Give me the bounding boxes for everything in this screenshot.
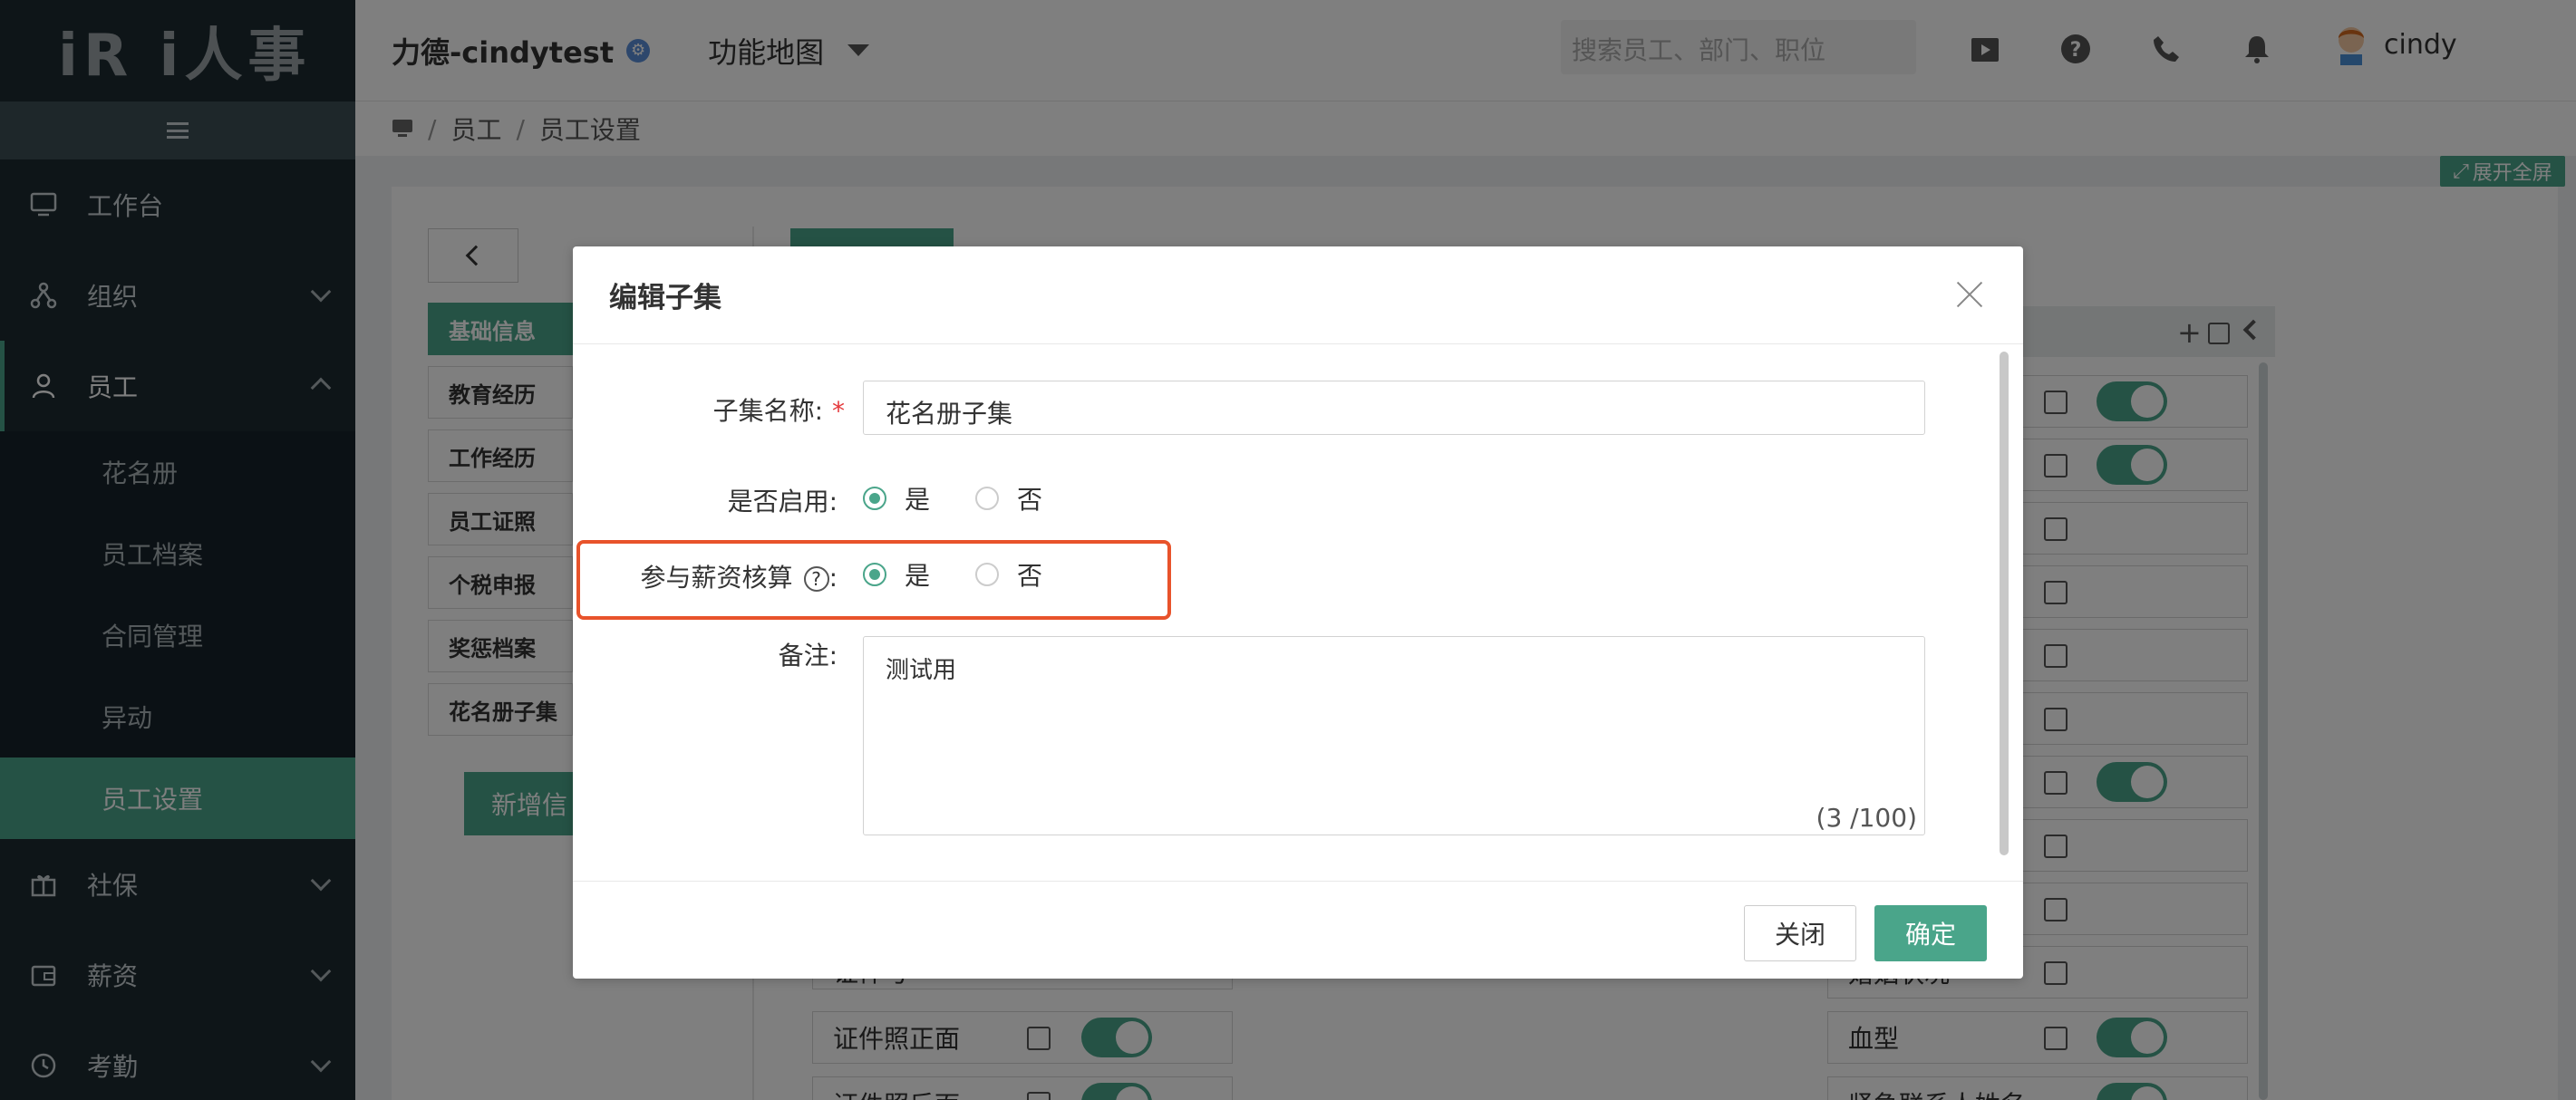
- remark-label: 备注:: [778, 641, 838, 671]
- radio-checked-icon: [863, 563, 886, 586]
- required-star: *: [832, 396, 845, 426]
- remark-text: 测试用: [886, 657, 957, 684]
- close-button[interactable]: 关闭: [1744, 905, 1856, 961]
- char-counter: (3 /100): [1816, 803, 1917, 833]
- confirm-button[interactable]: 确定: [1874, 905, 1987, 961]
- enabled-radio-group: 是 否: [863, 480, 1088, 516]
- radio-checked-icon: [863, 487, 886, 510]
- radio-unchecked-icon: [975, 563, 1000, 586]
- radio-unchecked-icon: [975, 487, 1000, 510]
- payroll-no-option[interactable]: 否: [975, 556, 1042, 593]
- close-icon[interactable]: [1956, 281, 1983, 308]
- subset-name-label: 子集名称: *: [712, 396, 845, 426]
- radio-label: 否: [1017, 561, 1043, 591]
- enabled-yes-option[interactable]: 是: [863, 480, 930, 516]
- dialog-title: 编辑子集: [609, 282, 721, 314]
- remark-textarea[interactable]: 测试用 (3 /100): [863, 636, 1925, 835]
- enabled-label: 是否启用:: [727, 487, 838, 516]
- payroll-label: 参与薪资核算?:: [640, 563, 838, 593]
- dialog-scrollbar[interactable]: [2000, 352, 2009, 855]
- edit-subset-dialog: 编辑子集 子集名称: * 花名册子集 是否启用: 是 否 参与薪资核算?: 是 否…: [573, 246, 2023, 979]
- payroll-yes-option[interactable]: 是: [863, 556, 930, 593]
- radio-label: 是: [905, 485, 931, 515]
- enabled-no-option[interactable]: 否: [975, 480, 1042, 516]
- radio-label: 是: [905, 561, 931, 591]
- radio-label: 否: [1017, 485, 1043, 515]
- help-icon[interactable]: ?: [803, 566, 829, 592]
- dialog-footer: 关闭 确定: [573, 881, 2023, 979]
- subset-name-input[interactable]: 花名册子集: [863, 381, 1925, 435]
- dialog-header: 编辑子集: [573, 246, 2023, 344]
- payroll-radio-group: 是 否: [863, 556, 1088, 593]
